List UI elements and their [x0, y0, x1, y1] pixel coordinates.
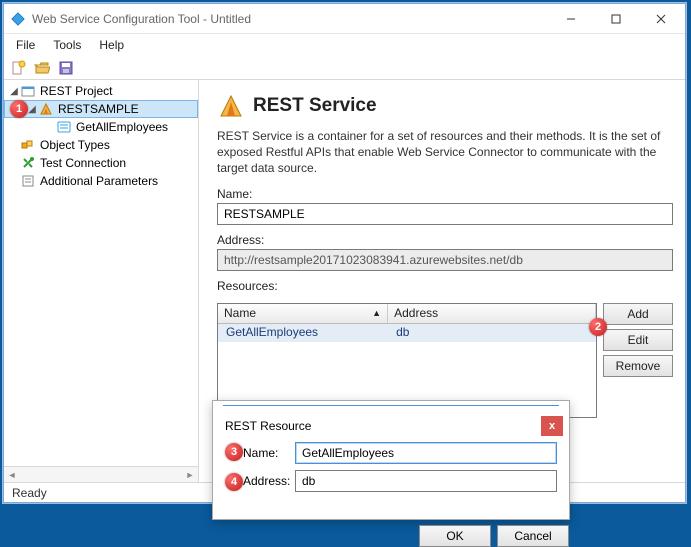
menubar: File Tools Help [4, 34, 685, 56]
tree-label: Object Types [40, 138, 110, 152]
tree-object-types[interactable]: Object Types [4, 136, 198, 154]
new-button[interactable] [8, 58, 28, 78]
service-name-input[interactable] [217, 203, 673, 225]
callout-marker-2: 2 [589, 318, 607, 336]
col-name[interactable]: Name ▲ [218, 304, 388, 323]
callout-marker-4: 4 [225, 473, 243, 491]
add-button[interactable]: Add [603, 303, 673, 325]
maximize-button[interactable] [593, 5, 638, 33]
tree-label: GetAllEmployees [76, 120, 168, 134]
close-button[interactable] [638, 5, 683, 33]
tree-restsample[interactable]: ◢ RESTSAMPLE [4, 100, 198, 118]
project-icon [20, 83, 36, 99]
params-icon [20, 173, 36, 189]
service-address-input[interactable] [217, 249, 673, 271]
titlebar: Web Service Configuration Tool - Untitle… [4, 4, 685, 34]
sort-asc-icon: ▲ [372, 308, 381, 318]
menu-tools[interactable]: Tools [45, 37, 89, 53]
tree-root[interactable]: ◢ REST Project [4, 82, 198, 100]
address-label: Address: [217, 233, 673, 247]
test-connection-icon [20, 155, 36, 171]
method-icon [56, 119, 72, 135]
service-icon [38, 101, 54, 117]
window-title: Web Service Configuration Tool - Untitle… [32, 12, 548, 26]
cancel-button[interactable]: Cancel [497, 525, 569, 547]
tree-getallemployees[interactable]: GetAllEmployees [4, 118, 198, 136]
tree-label: REST Project [40, 84, 112, 98]
save-button[interactable] [56, 58, 76, 78]
name-label: Name: [217, 187, 673, 201]
col-address[interactable]: Address [388, 304, 596, 323]
col-name-label: Name [224, 306, 256, 320]
menu-help[interactable]: Help [91, 37, 132, 53]
page-title: REST Service [253, 95, 377, 117]
collapse-icon[interactable]: ◢ [8, 86, 20, 97]
service-description: REST Service is a container for a set of… [217, 128, 673, 177]
ok-button[interactable]: OK [419, 525, 491, 547]
minimize-button[interactable] [548, 5, 593, 33]
resources-label: Resources: [217, 279, 673, 293]
project-tree[interactable]: ◢ REST Project ◢ RESTSAMPLE GetAllEmploy… [4, 80, 198, 466]
cell-addr: db [388, 324, 596, 342]
close-icon: x [549, 420, 555, 432]
toolbar [4, 56, 685, 80]
table-header[interactable]: Name ▲ Address [218, 304, 596, 324]
dialog-close-button[interactable]: x [541, 416, 563, 436]
dlg-name-input[interactable] [295, 442, 557, 464]
table-row[interactable]: GetAllEmployees db [218, 324, 596, 342]
rest-service-icon [217, 92, 245, 120]
menu-file[interactable]: File [8, 37, 43, 53]
callout-marker-3: 3 [225, 443, 243, 461]
tree-test-connection[interactable]: Test Connection [4, 154, 198, 172]
remove-button[interactable]: Remove [603, 355, 673, 377]
tree-label: RESTSAMPLE [58, 102, 139, 116]
scroll-track[interactable] [20, 467, 182, 482]
tree-label: Test Connection [40, 156, 126, 170]
dialog-title: REST Resource [225, 419, 541, 433]
dlg-address-input[interactable] [295, 470, 557, 492]
sidebar-scrollbar[interactable]: ◄ ► [4, 466, 198, 482]
cell-name: GetAllEmployees [218, 324, 388, 342]
object-types-icon [20, 137, 36, 153]
col-addr-label: Address [394, 306, 438, 320]
tree-label: Additional Parameters [40, 174, 158, 188]
rest-resource-dialog: REST Resource x Name: Address: OK Cancel… [212, 400, 570, 520]
callout-marker-1: 1 [10, 100, 28, 118]
status-text: Ready [12, 486, 47, 500]
edit-button[interactable]: Edit [603, 329, 673, 351]
sidebar: ◢ REST Project ◢ RESTSAMPLE GetAllEmploy… [4, 80, 199, 482]
tree-additional-params[interactable]: Additional Parameters [4, 172, 198, 190]
scroll-right-icon[interactable]: ► [182, 467, 198, 482]
app-icon [10, 11, 26, 27]
scroll-left-icon[interactable]: ◄ [4, 467, 20, 482]
open-button[interactable] [32, 58, 52, 78]
